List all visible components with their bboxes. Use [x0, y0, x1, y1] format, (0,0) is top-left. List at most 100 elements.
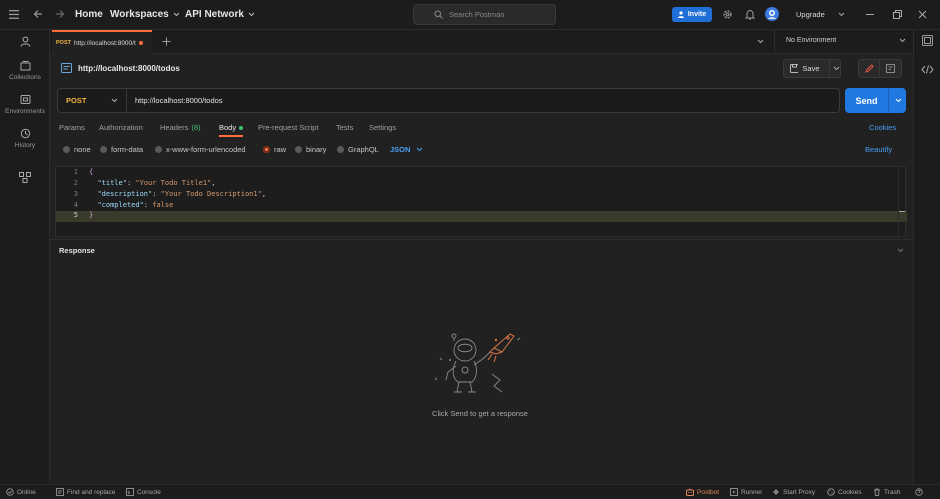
online-label: Online	[17, 488, 36, 496]
chevron-down-icon	[173, 12, 180, 17]
radio-urlencoded[interactable]	[155, 146, 162, 153]
home-link[interactable]: Home	[75, 9, 103, 20]
editor-line-active: 5 }	[56, 211, 907, 222]
sidebar-item-flows[interactable]	[0, 172, 50, 186]
find-replace-icon	[56, 488, 64, 496]
minimize-icon[interactable]	[866, 14, 874, 16]
edit-toggle[interactable]	[858, 59, 902, 78]
chevron-down-icon[interactable]	[838, 12, 845, 17]
line-number: 4	[73, 201, 78, 209]
settings-gear-icon[interactable]	[722, 9, 733, 20]
environment-label: No Environment	[786, 37, 837, 44]
tab-headers[interactable]: Headers (8)	[160, 123, 201, 132]
invite-label: Invite	[687, 11, 707, 18]
option-label: GraphQL	[348, 145, 379, 154]
radio-none[interactable]	[63, 146, 70, 153]
console-label: Console	[137, 488, 161, 496]
upgrade-button[interactable]: Upgrade	[796, 10, 825, 19]
document-icon[interactable]	[880, 60, 901, 77]
line-code: "description": "Your Todo Description1",	[97, 190, 267, 198]
astronaut-illustration-icon	[432, 330, 524, 400]
option-label: none	[74, 145, 91, 154]
json-comma: ,	[261, 190, 267, 198]
body-option-form-data[interactable]: form-data	[100, 145, 143, 154]
start-proxy-button[interactable]: Start Proxy	[772, 488, 815, 496]
api-network-menu[interactable]: API Network	[185, 9, 255, 20]
online-status[interactable]: Online	[6, 488, 36, 496]
sidebar-item-environments[interactable]: Environments	[0, 94, 50, 115]
panel-toggle-icon[interactable]	[922, 35, 933, 46]
body-option-urlencoded[interactable]: x-www-form-urlencoded	[155, 145, 246, 154]
body-option-raw[interactable]: raw	[263, 145, 286, 154]
body-option-none[interactable]: none	[63, 145, 91, 154]
console-icon	[126, 488, 134, 496]
editor-line: 1 {	[56, 168, 907, 179]
beautify-link[interactable]: Beautify	[865, 145, 892, 154]
search-input[interactable]: Search Postman	[413, 4, 556, 25]
help-icon[interactable]	[915, 488, 923, 496]
tab-authorization[interactable]: Authorization	[99, 123, 143, 132]
radio-binary[interactable]	[295, 146, 302, 153]
radio-raw[interactable]	[263, 146, 270, 153]
sidebar-item-collections[interactable]: Collections	[0, 60, 50, 81]
tab-settings[interactable]: Settings	[369, 123, 396, 132]
collections-icon	[20, 61, 30, 71]
console-button[interactable]: Console	[126, 488, 161, 496]
pencil-icon[interactable]	[859, 60, 881, 77]
runner-button[interactable]: Runner	[730, 488, 762, 496]
find-replace-button[interactable]: Find and replace	[56, 488, 115, 496]
request-title[interactable]: http://localhost:8000/todos	[78, 64, 180, 73]
line-number: 3	[73, 190, 78, 198]
cookies-button[interactable]: Cookies	[827, 488, 861, 496]
online-check-icon	[6, 488, 14, 496]
sidebar-item-account[interactable]	[0, 36, 50, 50]
send-button[interactable]: Send	[845, 88, 906, 113]
url-input[interactable]: http://localhost:8000/todos	[127, 96, 223, 105]
menu-icon[interactable]	[9, 10, 19, 19]
tab-url: http://localhost:8000/t	[73, 39, 136, 47]
radio-form-data[interactable]	[100, 146, 107, 153]
format-select[interactable]: JSON	[390, 145, 423, 154]
tab-prerequest-script[interactable]: Pre-request Script	[258, 123, 318, 132]
line-number: 2	[73, 179, 78, 187]
tab-params[interactable]: Params	[59, 123, 85, 132]
save-button[interactable]: Save	[783, 59, 841, 78]
response-chevron-icon[interactable]	[897, 248, 904, 253]
line-number: 5	[73, 211, 78, 219]
json-key: "completed"	[97, 201, 144, 209]
radio-graphql[interactable]	[337, 146, 344, 153]
bell-icon[interactable]	[745, 9, 755, 20]
active-tab-underline	[219, 135, 243, 137]
tab-body[interactable]: Body	[219, 123, 244, 132]
tab-tests[interactable]: Tests	[336, 123, 354, 132]
code-icon[interactable]	[921, 65, 934, 74]
cookies-link[interactable]: Cookies	[869, 123, 896, 132]
sidebar-item-history[interactable]: History	[0, 128, 50, 149]
avatar[interactable]	[765, 7, 779, 21]
body-option-binary[interactable]: binary	[295, 145, 326, 154]
body-option-graphql[interactable]: GraphQL	[337, 145, 379, 154]
new-tab-plus-icon[interactable]	[162, 37, 171, 46]
trash-label: Trash	[884, 488, 901, 496]
workspaces-menu[interactable]: Workspaces	[110, 9, 180, 20]
forward-arrow-icon[interactable]	[55, 9, 65, 19]
trash-button[interactable]: Trash	[873, 488, 900, 496]
close-icon[interactable]	[918, 10, 927, 19]
tab-headers-label: Headers	[160, 123, 189, 132]
tab-request[interactable]: POST http://localhost:8000/t	[52, 30, 152, 54]
tabs-chevron-down-icon[interactable]	[757, 39, 764, 44]
runner-icon	[730, 488, 738, 496]
postbot-button[interactable]: Postbot	[686, 488, 719, 496]
scrollbar-track[interactable]	[898, 167, 899, 236]
method-select[interactable]: POST	[58, 89, 127, 112]
environment-select[interactable]: No Environment	[786, 37, 906, 44]
body-editor[interactable]: 1 { 2 "title": "Your Todo Title1", 3 "de…	[55, 166, 907, 237]
restore-icon[interactable]	[893, 10, 902, 19]
invite-button[interactable]: Invite	[672, 7, 712, 22]
scrollbar-marker	[898, 211, 905, 212]
back-arrow-icon[interactable]	[33, 9, 43, 19]
cookies-label: Cookies	[838, 488, 862, 496]
option-label: form-data	[111, 145, 144, 154]
line-code: "completed": false	[97, 201, 174, 209]
tab-method: POST	[56, 40, 71, 46]
